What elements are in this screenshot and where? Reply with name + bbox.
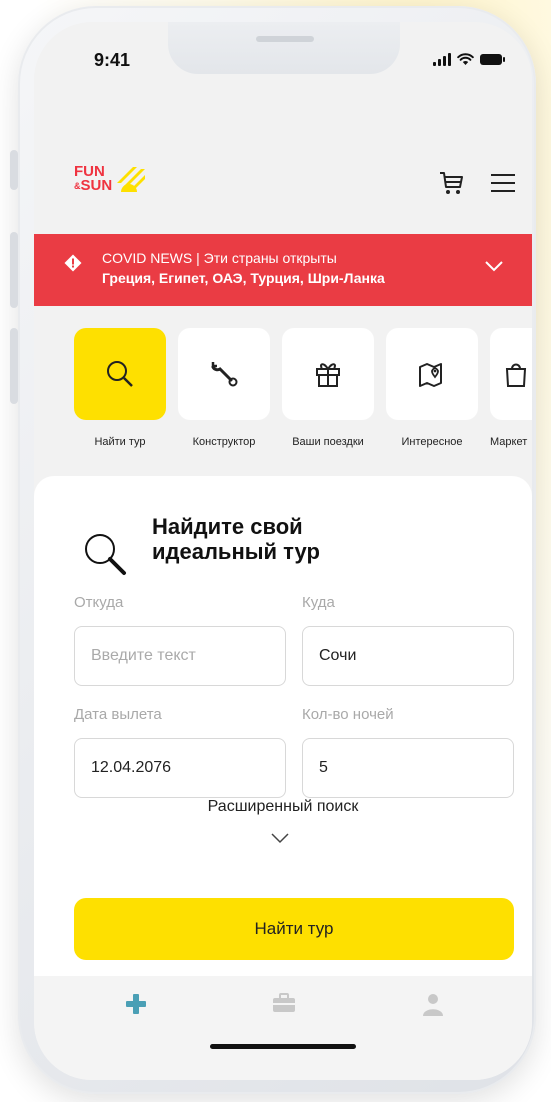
covid-news-banner[interactable]: COVID NEWS | Эти страны открыты Греция, … <box>34 234 532 306</box>
quick-action-label: Маркет <box>490 436 528 448</box>
menu-icon[interactable] <box>490 172 516 194</box>
volume-up-button <box>10 232 18 308</box>
wifi-icon <box>457 52 474 65</box>
shopping-bag-icon <box>505 363 527 387</box>
covid-news-title: COVID NEWS | Эти страны открыты <box>102 250 337 266</box>
status-icons <box>433 52 505 66</box>
logo-line2: &SUN <box>74 177 113 194</box>
find-tour-button[interactable]: Найти тур <box>74 898 514 960</box>
quick-action-label: Найти тур <box>94 436 146 448</box>
sun-stripes-icon <box>117 167 146 192</box>
map-pin-icon <box>419 363 442 387</box>
quick-action-label: Интересное <box>401 436 463 448</box>
volume-down-button <box>10 328 18 404</box>
nights-label: Кол-во ночей <box>302 706 394 723</box>
quick-action-find-tour[interactable] <box>74 328 166 420</box>
advanced-search-toggle[interactable]: Расширенный поиск <box>34 798 532 816</box>
plus-icon[interactable] <box>124 992 148 1016</box>
mute-switch <box>10 150 18 190</box>
briefcase-icon[interactable] <box>272 992 296 1014</box>
quick-action-interesting[interactable] <box>386 328 478 420</box>
departure-date-label: Дата вылета <box>74 706 162 723</box>
fun-sun-logo[interactable]: FUN &SUN <box>74 164 146 194</box>
from-input[interactable] <box>74 626 286 686</box>
header-actions <box>438 170 516 196</box>
wrench-icon <box>211 362 238 387</box>
alert-diamond-icon <box>64 254 82 272</box>
quick-action-label: Ваши поездки <box>292 436 364 448</box>
tour-search-card: Найдите свой идеальный тур Откуда Куда С… <box>34 476 532 976</box>
quick-action-label: Конструктор <box>192 436 256 448</box>
gift-icon <box>316 363 340 387</box>
status-time: 9:41 <box>94 50 131 70</box>
search-card-title: Найдите свой идеальный тур <box>152 514 320 564</box>
from-label: Откуда <box>74 594 124 611</box>
search-icon <box>107 361 133 387</box>
to-input[interactable]: Сочи <box>302 626 514 686</box>
departure-date-input[interactable]: 12.04.2076 <box>74 738 286 798</box>
chevron-down-icon[interactable] <box>270 832 290 844</box>
chevron-down-icon[interactable] <box>484 260 504 272</box>
nights-input[interactable]: 5 <box>302 738 514 798</box>
battery-icon <box>480 53 505 65</box>
quick-action-market[interactable] <box>490 328 532 420</box>
quick-action-trips[interactable] <box>282 328 374 420</box>
to-label: Куда <box>302 594 335 611</box>
profile-icon[interactable] <box>422 992 444 1018</box>
quick-actions: Найти тур Конструктор Ваши поездки Интер… <box>34 328 532 458</box>
signal-icon <box>433 52 451 66</box>
search-icon <box>85 534 126 575</box>
phone-screen: 9:41 FUN &SUN COVID NEWS | Эти страны от… <box>34 22 532 1080</box>
logo-line2-text: SUN <box>80 177 113 194</box>
covid-news-countries: Греция, Египет, ОАЭ, Турция, Шри-Ланка <box>102 270 385 286</box>
notch <box>168 22 400 74</box>
cart-icon[interactable] <box>438 170 466 196</box>
speaker <box>256 36 314 42</box>
bottom-tab-bar <box>34 976 532 1080</box>
home-indicator[interactable] <box>210 1044 356 1049</box>
quick-action-constructor[interactable] <box>178 328 270 420</box>
